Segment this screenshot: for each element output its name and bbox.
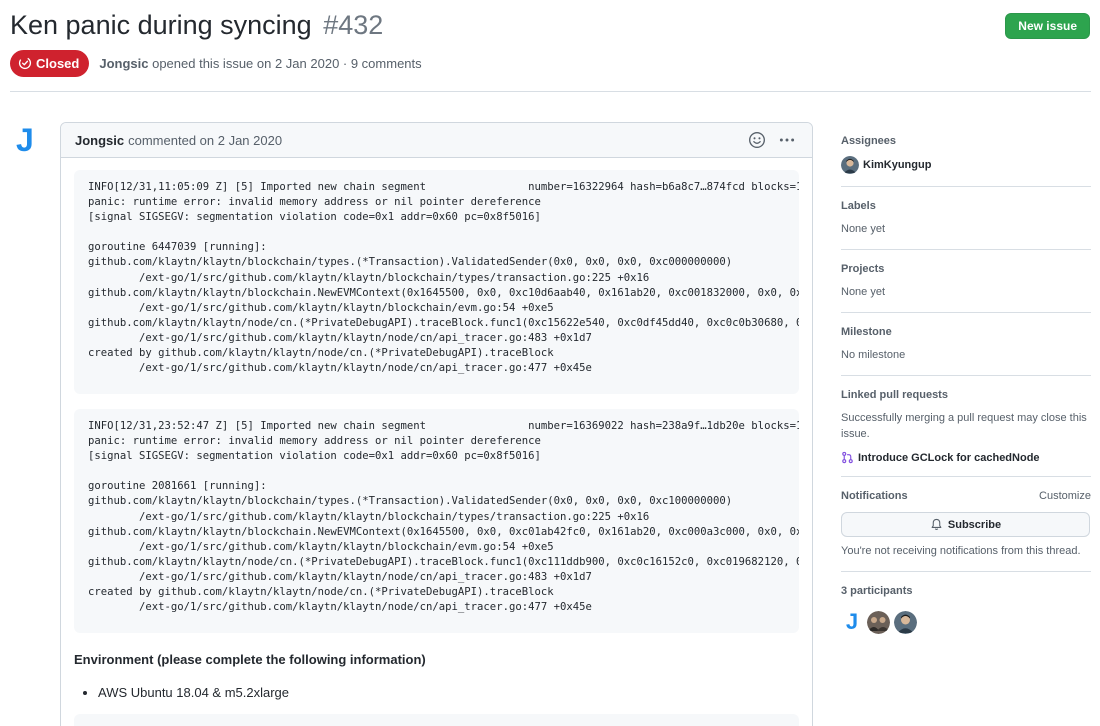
issue-opened-info: Jongsic opened this issue on 2 Jan 2020 …	[99, 56, 421, 71]
notifications-status: You're not receiving notifications from …	[841, 545, 1081, 557]
issue-meta: Closed Jongsic opened this issue on 2 Ja…	[10, 49, 422, 77]
participant-avatar[interactable]	[867, 610, 890, 634]
comment-actions	[748, 131, 796, 149]
issue-number: #432	[323, 10, 384, 40]
code-block-partial	[74, 714, 799, 726]
linked-prs-title[interactable]: Linked pull requests	[841, 386, 1091, 404]
smiley-icon[interactable]	[748, 131, 766, 149]
projects-title[interactable]: Projects	[841, 260, 1091, 278]
issue-title-row: Ken panic during syncing #432 New issue	[10, 8, 1092, 44]
assignee-item[interactable]: KimKyungup	[841, 156, 1091, 174]
code-block: INFO[12/31,11:05:09 Z] [5] Imported new …	[74, 170, 799, 394]
subscribe-button[interactable]: Subscribe	[841, 512, 1090, 537]
labels-title[interactable]: Labels	[841, 197, 1091, 215]
kebab-horizontal-icon[interactable]	[778, 131, 796, 149]
participants-section: 3 participants J	[841, 582, 1091, 646]
issue-author-link[interactable]: Jongsic	[99, 56, 148, 71]
issue-sidebar: Assignees KimKyungup Labels None yet Pro…	[841, 122, 1091, 656]
comment-header: Jongsic commented on 2 Jan 2020	[61, 123, 812, 158]
milestone-title[interactable]: Milestone	[841, 323, 1091, 341]
list-item: AWS Ubuntu 18.04 & m5.2xlarge	[98, 685, 799, 700]
header-divider	[10, 91, 1091, 92]
linked-pr-item[interactable]: Introduce GCLock for cachedNode	[841, 451, 1091, 464]
participant-avatar[interactable]: J	[841, 610, 863, 634]
status-label: Closed	[36, 55, 80, 71]
milestone-value: No milestone	[841, 349, 906, 361]
bell-icon	[931, 518, 942, 530]
page-title: Ken panic during syncing #432	[10, 8, 1092, 42]
comment-author-avatar[interactable]: J	[16, 122, 40, 158]
participants-title: 3 participants	[841, 585, 913, 597]
projects-section: Projects None yet	[841, 260, 1091, 313]
linked-prs-section: Linked pull requests Successfully mergin…	[841, 386, 1091, 477]
comment-author[interactable]: Jongsic	[75, 133, 124, 148]
git-pull-request-icon	[842, 451, 853, 464]
subscribe-label: Subscribe	[947, 518, 1002, 531]
environment-heading: Environment (please complete the followi…	[74, 652, 426, 667]
code-block: INFO[12/31,23:52:47 Z] [5] Imported new …	[74, 409, 799, 633]
linked-prs-description: Successfully merging a pull request may …	[841, 412, 1087, 440]
notifications-section: Notifications Customize Subscribe You're…	[841, 487, 1091, 572]
environment-list: AWS Ubuntu 18.04 & m5.2xlarge	[98, 685, 799, 700]
assignees-title[interactable]: Assignees	[841, 132, 1091, 150]
status-badge: Closed	[10, 49, 90, 77]
issue-title: Ken panic during syncing	[10, 10, 312, 40]
issue-comment: Jongsic commented on 2 Jan 2020 INFO[12/…	[60, 122, 813, 726]
assignee-name: KimKyungup	[863, 159, 932, 171]
linked-pr-title: Introduce GCLock for cachedNode	[858, 451, 1040, 464]
comment-date[interactable]: commented on 2 Jan 2020	[128, 133, 282, 148]
new-issue-button[interactable]: New issue	[1005, 13, 1090, 39]
avatar	[841, 156, 859, 174]
participant-avatar[interactable]	[894, 610, 917, 634]
projects-value: None yet	[841, 286, 886, 298]
issue-opened-text: opened this issue on 2 Jan 2020 · 9 comm…	[152, 55, 422, 71]
participants-list: J	[841, 610, 1091, 634]
customize-link[interactable]: Customize	[1039, 490, 1091, 502]
labels-value: None yet	[841, 223, 886, 235]
assignees-section: Assignees KimKyungup	[841, 132, 1091, 187]
comment-body: INFO[12/31,11:05:09 Z] [5] Imported new …	[61, 158, 812, 726]
milestone-section: Milestone No milestone	[841, 323, 1091, 376]
labels-section: Labels None yet	[841, 197, 1091, 250]
issue-closed-icon	[18, 56, 32, 70]
notifications-title: Notifications Customize	[841, 490, 1091, 502]
